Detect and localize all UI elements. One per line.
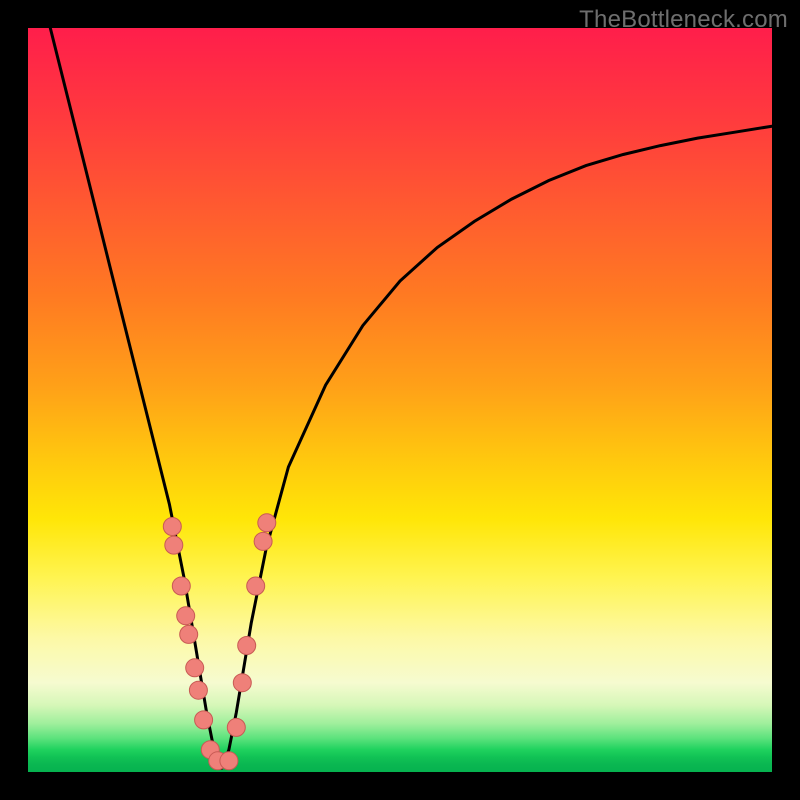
highlight-dot-left-1 (165, 536, 183, 554)
highlight-dot-left-4 (180, 625, 198, 643)
bottleneck-curve (28, 28, 772, 772)
highlight-dot-right-3 (247, 577, 265, 595)
chart-frame: TheBottleneck.com (0, 0, 800, 800)
plot-area (28, 28, 772, 772)
highlight-dot-left-7 (195, 711, 213, 729)
highlight-dot-left-2 (172, 577, 190, 595)
highlight-dot-left-10 (220, 752, 238, 770)
highlight-dot-right-1 (233, 674, 251, 692)
highlight-dot-right-2 (238, 637, 256, 655)
highlight-dot-right-4 (254, 532, 272, 550)
highlight-dot-left-5 (186, 659, 204, 677)
highlight-dot-left-3 (177, 607, 195, 625)
highlight-dot-left-0 (163, 518, 181, 536)
highlight-dot-right-0 (227, 718, 245, 736)
highlight-dot-left-6 (189, 681, 207, 699)
watermark-text: TheBottleneck.com (579, 6, 788, 34)
highlight-dot-right-5 (258, 514, 276, 532)
curve-right-branch (221, 126, 772, 768)
curve-left-branch (50, 28, 221, 768)
